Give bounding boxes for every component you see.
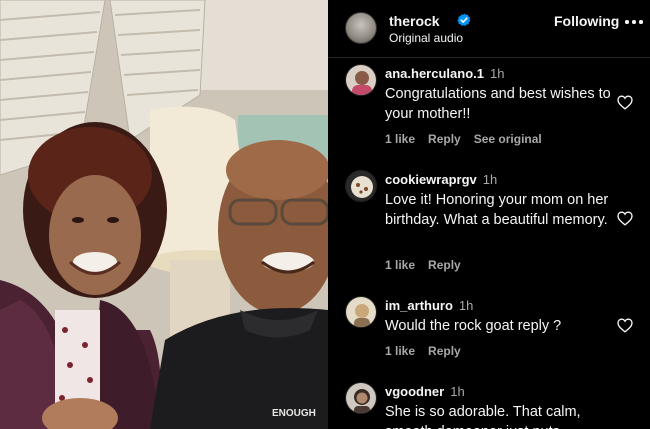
verified-badge-icon [457,13,471,26]
shirt-text: ENOUGH [272,408,316,419]
like-count[interactable]: 1 like [385,258,415,272]
post-photo-illustration: ENOUGH [0,0,328,429]
commenter-avatar[interactable] [345,64,377,96]
heart-icon[interactable] [617,318,633,333]
comment-text: Would the rock goat reply ? [385,318,562,334]
commenter-avatar[interactable] [345,170,377,202]
heart-icon[interactable] [617,211,633,226]
comment-text: Love it! Honoring your mom on her birthd… [385,192,609,228]
author-username[interactable]: therock [389,13,440,29]
comment-actions: 1 like Reply [385,258,474,272]
commenter-avatar[interactable] [345,296,377,328]
comments-panel: therock Original audio Following ana.her… [328,0,650,429]
original-audio-link[interactable]: Original audio [389,31,463,45]
comment-text: Congratulations and best wishes to your … [385,86,611,122]
post-photo: ENOUGH [0,0,328,429]
comment-author[interactable]: im_arthuro 1h [385,298,473,313]
comment-author[interactable]: ana.herculano.1 1h [385,66,504,81]
like-count[interactable]: 1 like [385,132,415,146]
comment-text: She is so adorable. That calm, smooth de… [385,404,581,429]
reply-button[interactable]: Reply [428,258,461,272]
reply-button[interactable]: Reply [428,344,461,358]
author-avatar[interactable] [345,12,377,44]
comment-actions: 1 like Reply [385,344,474,358]
comment-time: 1h [482,172,498,187]
comment-actions: 1 like Reply See original [385,132,555,146]
heart-icon[interactable] [617,95,633,110]
comment-time: 1h [450,384,465,399]
comment-author[interactable]: vgoodner 1h [385,384,465,399]
comment-author[interactable]: cookiewraprgv 1h [385,172,497,187]
post-header: therock Original audio Following [328,0,650,58]
comment-time: 1h [489,66,505,81]
reply-button[interactable]: Reply [428,132,461,146]
following-button[interactable]: Following [554,13,619,29]
more-options-icon[interactable] [625,20,643,26]
comment-time: 1h [458,298,474,313]
like-count[interactable]: 1 like [385,344,415,358]
see-original-button[interactable]: See original [474,132,542,146]
commenter-avatar[interactable] [345,382,377,414]
